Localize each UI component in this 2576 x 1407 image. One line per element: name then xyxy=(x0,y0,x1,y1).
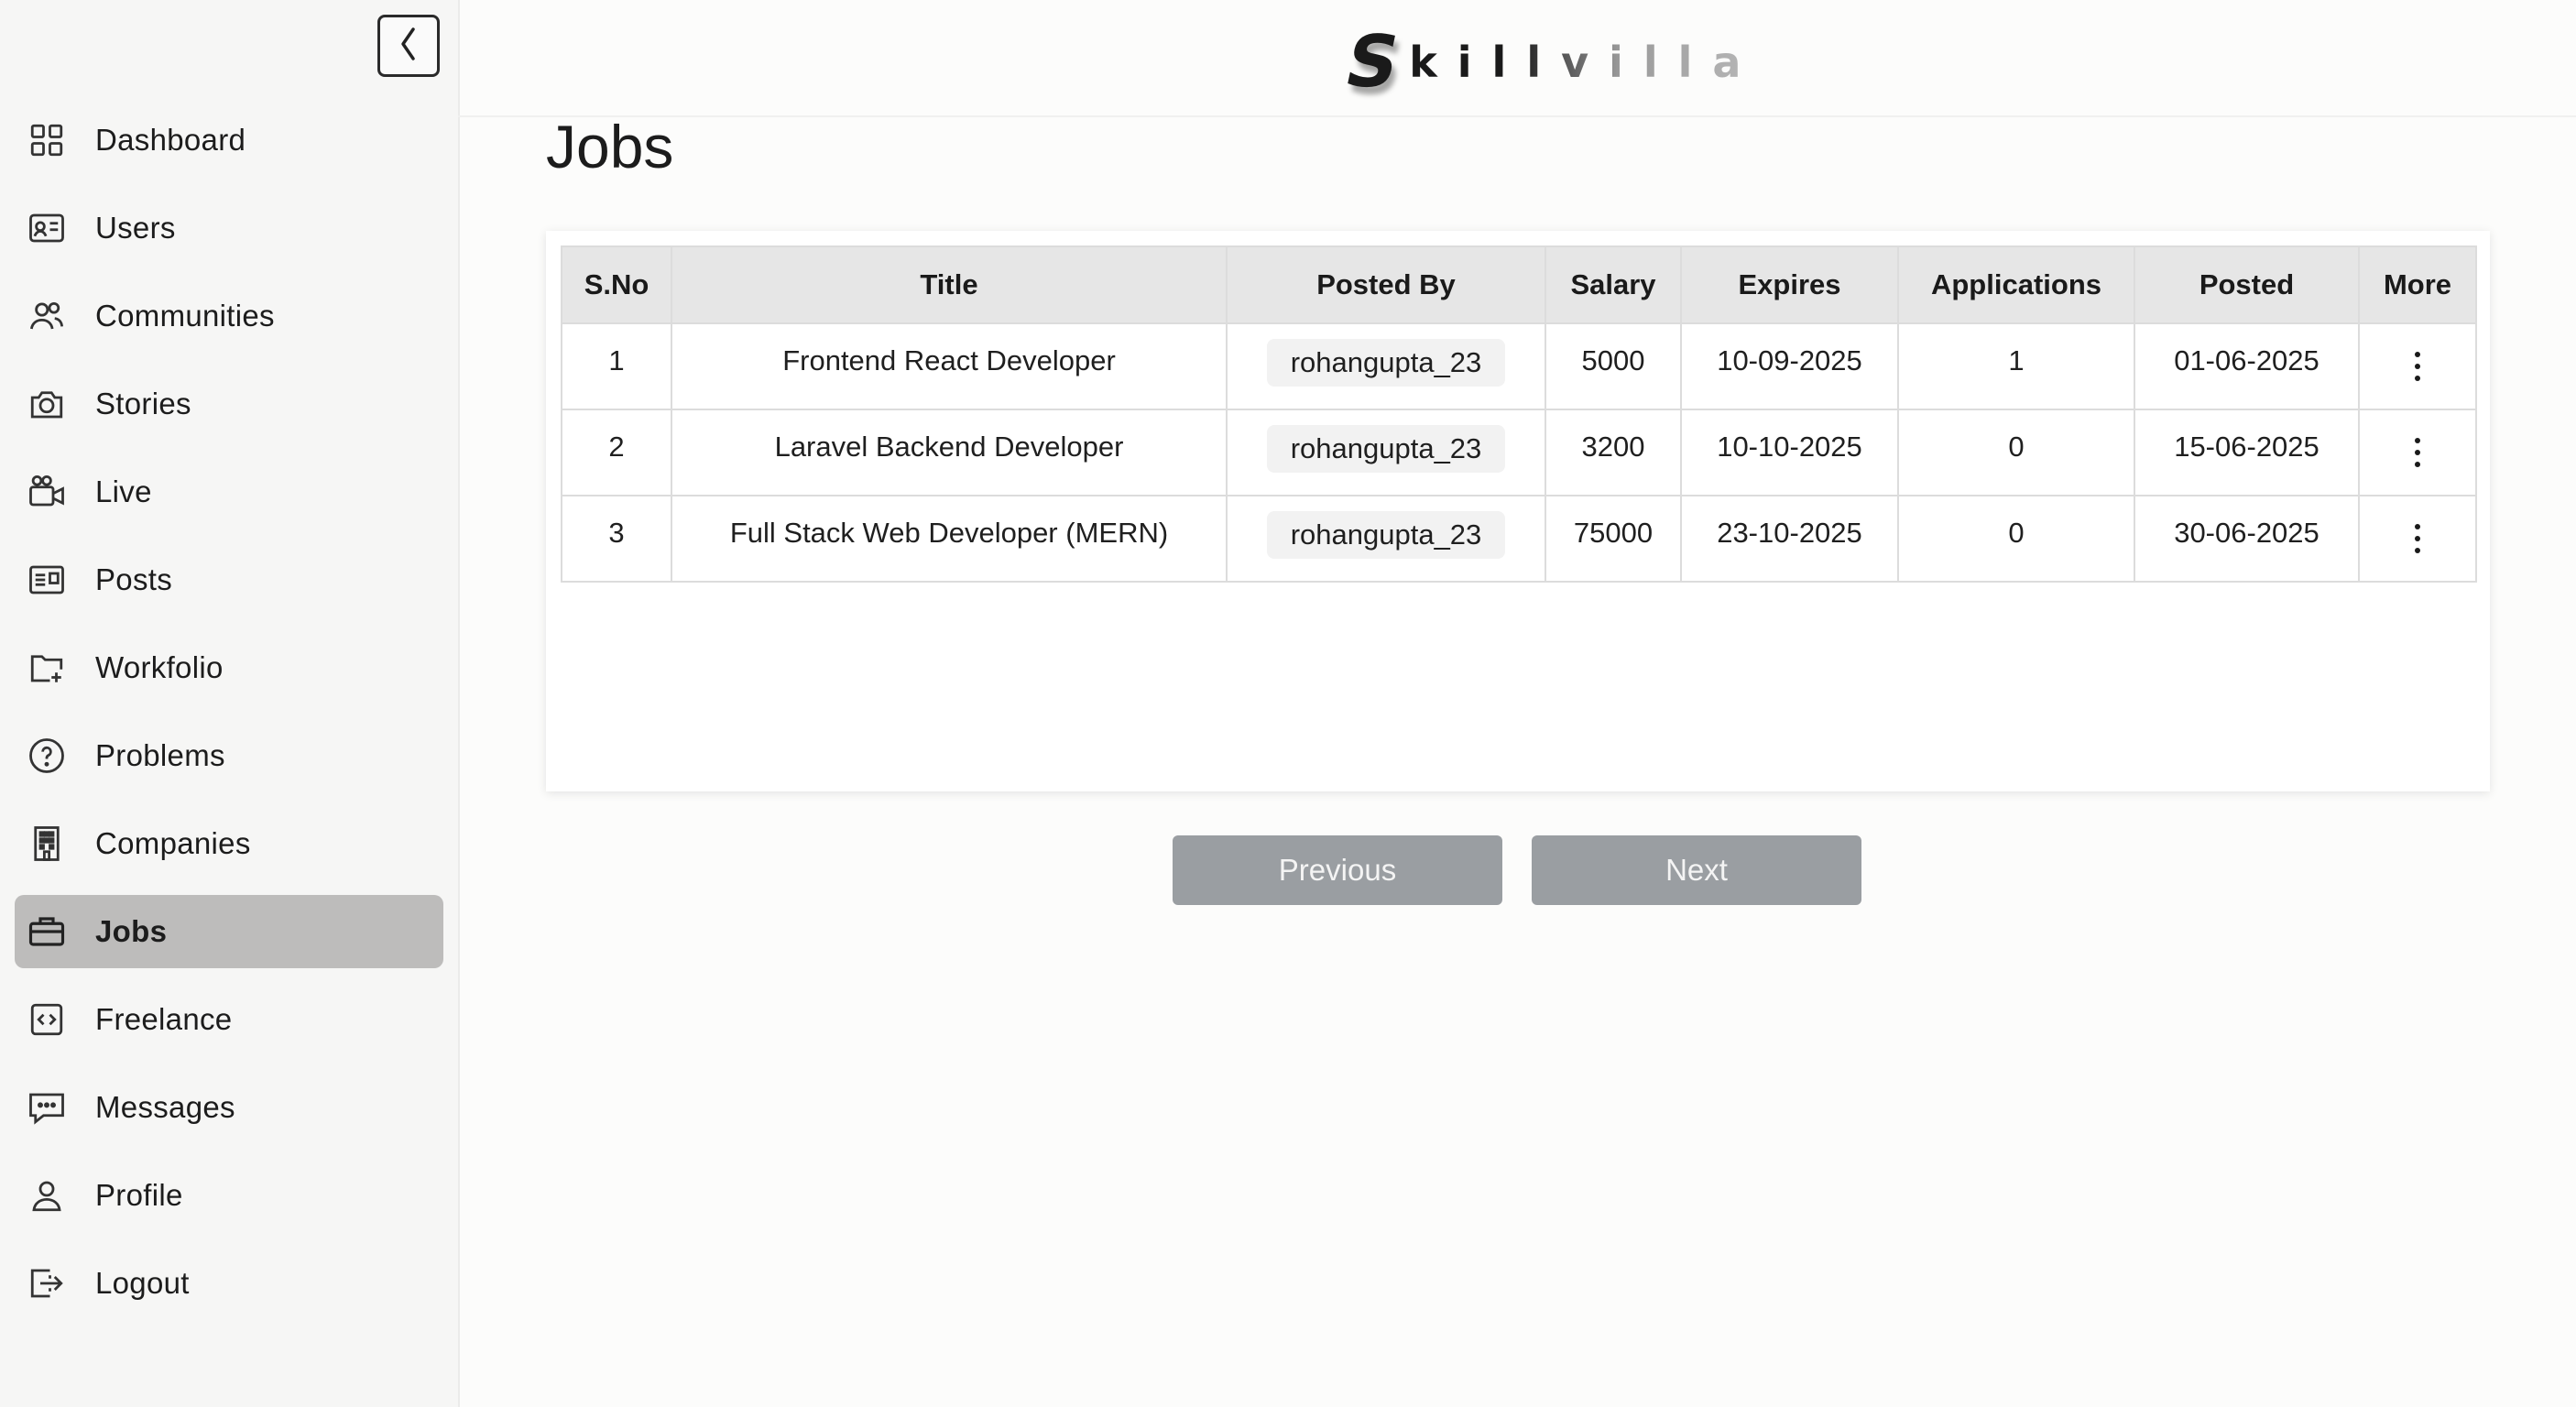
grid-icon xyxy=(27,121,66,159)
column-header-sno: S.No xyxy=(561,245,672,324)
user-chip[interactable]: rohangupta_23 xyxy=(1266,425,1506,473)
table-row: 3 Full Stack Web Developer (MERN) rohang… xyxy=(561,495,2477,583)
sidebar-item-posts[interactable]: Posts xyxy=(15,543,443,616)
person-icon xyxy=(27,1176,66,1215)
sidebar-nav: Dashboard Users Communities Stories Live xyxy=(15,104,443,1335)
column-header-salary: Salary xyxy=(1545,245,1682,324)
cell-sno: 3 xyxy=(561,495,672,583)
cell-posted: 15-06-2025 xyxy=(2134,409,2360,496)
briefcase-icon xyxy=(27,912,66,951)
cell-title: Laravel Backend Developer xyxy=(671,409,1228,496)
table-row: 1 Frontend React Developer rohangupta_23… xyxy=(561,322,2477,410)
sidebar-item-label: Workfolio xyxy=(95,650,224,684)
cell-applications: 0 xyxy=(1897,409,2135,496)
cell-expires: 23-10-2025 xyxy=(1680,495,1899,583)
chevron-left-icon xyxy=(395,26,422,67)
sidebar-item-dashboard[interactable]: Dashboard xyxy=(15,104,443,177)
sidebar-item-problems[interactable]: Problems xyxy=(15,719,443,792)
building-icon xyxy=(27,824,66,863)
sidebar-item-label: Stories xyxy=(95,387,191,420)
sidebar-item-label: Communities xyxy=(95,299,275,333)
code-icon xyxy=(27,1000,66,1039)
id-card-icon xyxy=(27,209,66,247)
cell-more xyxy=(2358,409,2477,496)
cell-salary: 5000 xyxy=(1545,322,1682,410)
cell-posted: 01-06-2025 xyxy=(2134,322,2360,410)
cell-posted-by: rohangupta_23 xyxy=(1226,409,1546,496)
column-header-title: Title xyxy=(671,245,1228,324)
column-header-expires: Expires xyxy=(1680,245,1899,324)
sidebar: Dashboard Users Communities Stories Live xyxy=(0,0,460,1407)
cell-sno: 1 xyxy=(561,322,672,410)
more-vertical-icon[interactable] xyxy=(2413,524,2422,557)
message-icon xyxy=(27,1088,66,1127)
cell-more xyxy=(2358,322,2477,410)
user-chip[interactable]: rohangupta_23 xyxy=(1266,339,1506,387)
sidebar-item-label: Users xyxy=(95,211,176,245)
cell-applications: 1 xyxy=(1897,322,2135,410)
more-vertical-icon[interactable] xyxy=(2413,352,2422,385)
sidebar-collapse-button[interactable] xyxy=(377,15,440,77)
table-header-row: S.No Title Posted By Salary Expires Appl… xyxy=(561,245,2477,324)
sidebar-item-jobs[interactable]: Jobs xyxy=(15,895,443,968)
table-row: 2 Laravel Backend Developer rohangupta_2… xyxy=(561,409,2477,496)
sidebar-item-messages[interactable]: Messages xyxy=(15,1071,443,1144)
sidebar-item-companies[interactable]: Companies xyxy=(15,807,443,880)
sidebar-item-label: Logout xyxy=(95,1266,190,1300)
sidebar-item-profile[interactable]: Profile xyxy=(15,1159,443,1232)
sidebar-item-label: Freelance xyxy=(95,1002,233,1036)
page-title: Jobs xyxy=(546,113,674,180)
folder-plus-icon xyxy=(27,649,66,687)
brand-logo[interactable]: S killvilla xyxy=(1337,21,1762,104)
previous-button[interactable]: Previous xyxy=(1173,835,1502,905)
sidebar-item-workfolio[interactable]: Workfolio xyxy=(15,631,443,704)
cell-salary: 75000 xyxy=(1545,495,1682,583)
next-button[interactable]: Next xyxy=(1532,835,1861,905)
sidebar-item-label: Profile xyxy=(95,1178,183,1212)
cell-posted-by: rohangupta_23 xyxy=(1226,495,1546,583)
cell-title: Frontend React Developer xyxy=(671,322,1228,410)
question-icon xyxy=(27,736,66,775)
sidebar-item-live[interactable]: Live xyxy=(15,455,443,529)
sidebar-item-users[interactable]: Users xyxy=(15,191,443,265)
column-header-applications: Applications xyxy=(1897,245,2135,324)
column-header-posted: Posted xyxy=(2134,245,2360,324)
sidebar-item-stories[interactable]: Stories xyxy=(15,367,443,441)
cell-applications: 0 xyxy=(1897,495,2135,583)
cell-sno: 2 xyxy=(561,409,672,496)
sidebar-item-label: Live xyxy=(95,474,152,508)
sidebar-item-label: Dashboard xyxy=(95,123,246,157)
users-icon xyxy=(27,297,66,335)
sidebar-item-label: Posts xyxy=(95,562,173,596)
logo-initial: S xyxy=(1337,21,1407,104)
camera-icon xyxy=(27,385,66,423)
user-chip[interactable]: rohangupta_23 xyxy=(1266,511,1506,559)
cell-salary: 3200 xyxy=(1545,409,1682,496)
cell-posted: 30-06-2025 xyxy=(2134,495,2360,583)
sidebar-item-label: Messages xyxy=(95,1090,235,1124)
jobs-table: S.No Title Posted By Salary Expires Appl… xyxy=(561,245,2477,583)
logout-icon xyxy=(27,1264,66,1303)
newspaper-icon xyxy=(27,561,66,599)
video-icon xyxy=(27,473,66,511)
more-vertical-icon[interactable] xyxy=(2413,438,2422,471)
top-bar: S killvilla xyxy=(458,0,2576,117)
sidebar-item-communities[interactable]: Communities xyxy=(15,279,443,353)
jobs-table-card: S.No Title Posted By Salary Expires Appl… xyxy=(546,231,2490,791)
cell-expires: 10-09-2025 xyxy=(1680,322,1899,410)
sidebar-item-label: Companies xyxy=(95,826,251,860)
sidebar-item-freelance[interactable]: Freelance xyxy=(15,983,443,1056)
logo-text: killvilla xyxy=(1409,38,1762,87)
column-header-more: More xyxy=(2358,245,2477,324)
cell-expires: 10-10-2025 xyxy=(1680,409,1899,496)
sidebar-item-label: Problems xyxy=(95,738,225,772)
cell-more xyxy=(2358,495,2477,583)
column-header-posted-by: Posted By xyxy=(1226,245,1546,324)
cell-title: Full Stack Web Developer (MERN) xyxy=(671,495,1228,583)
sidebar-item-label: Jobs xyxy=(95,914,168,948)
sidebar-item-logout[interactable]: Logout xyxy=(15,1247,443,1320)
cell-posted-by: rohangupta_23 xyxy=(1226,322,1546,410)
